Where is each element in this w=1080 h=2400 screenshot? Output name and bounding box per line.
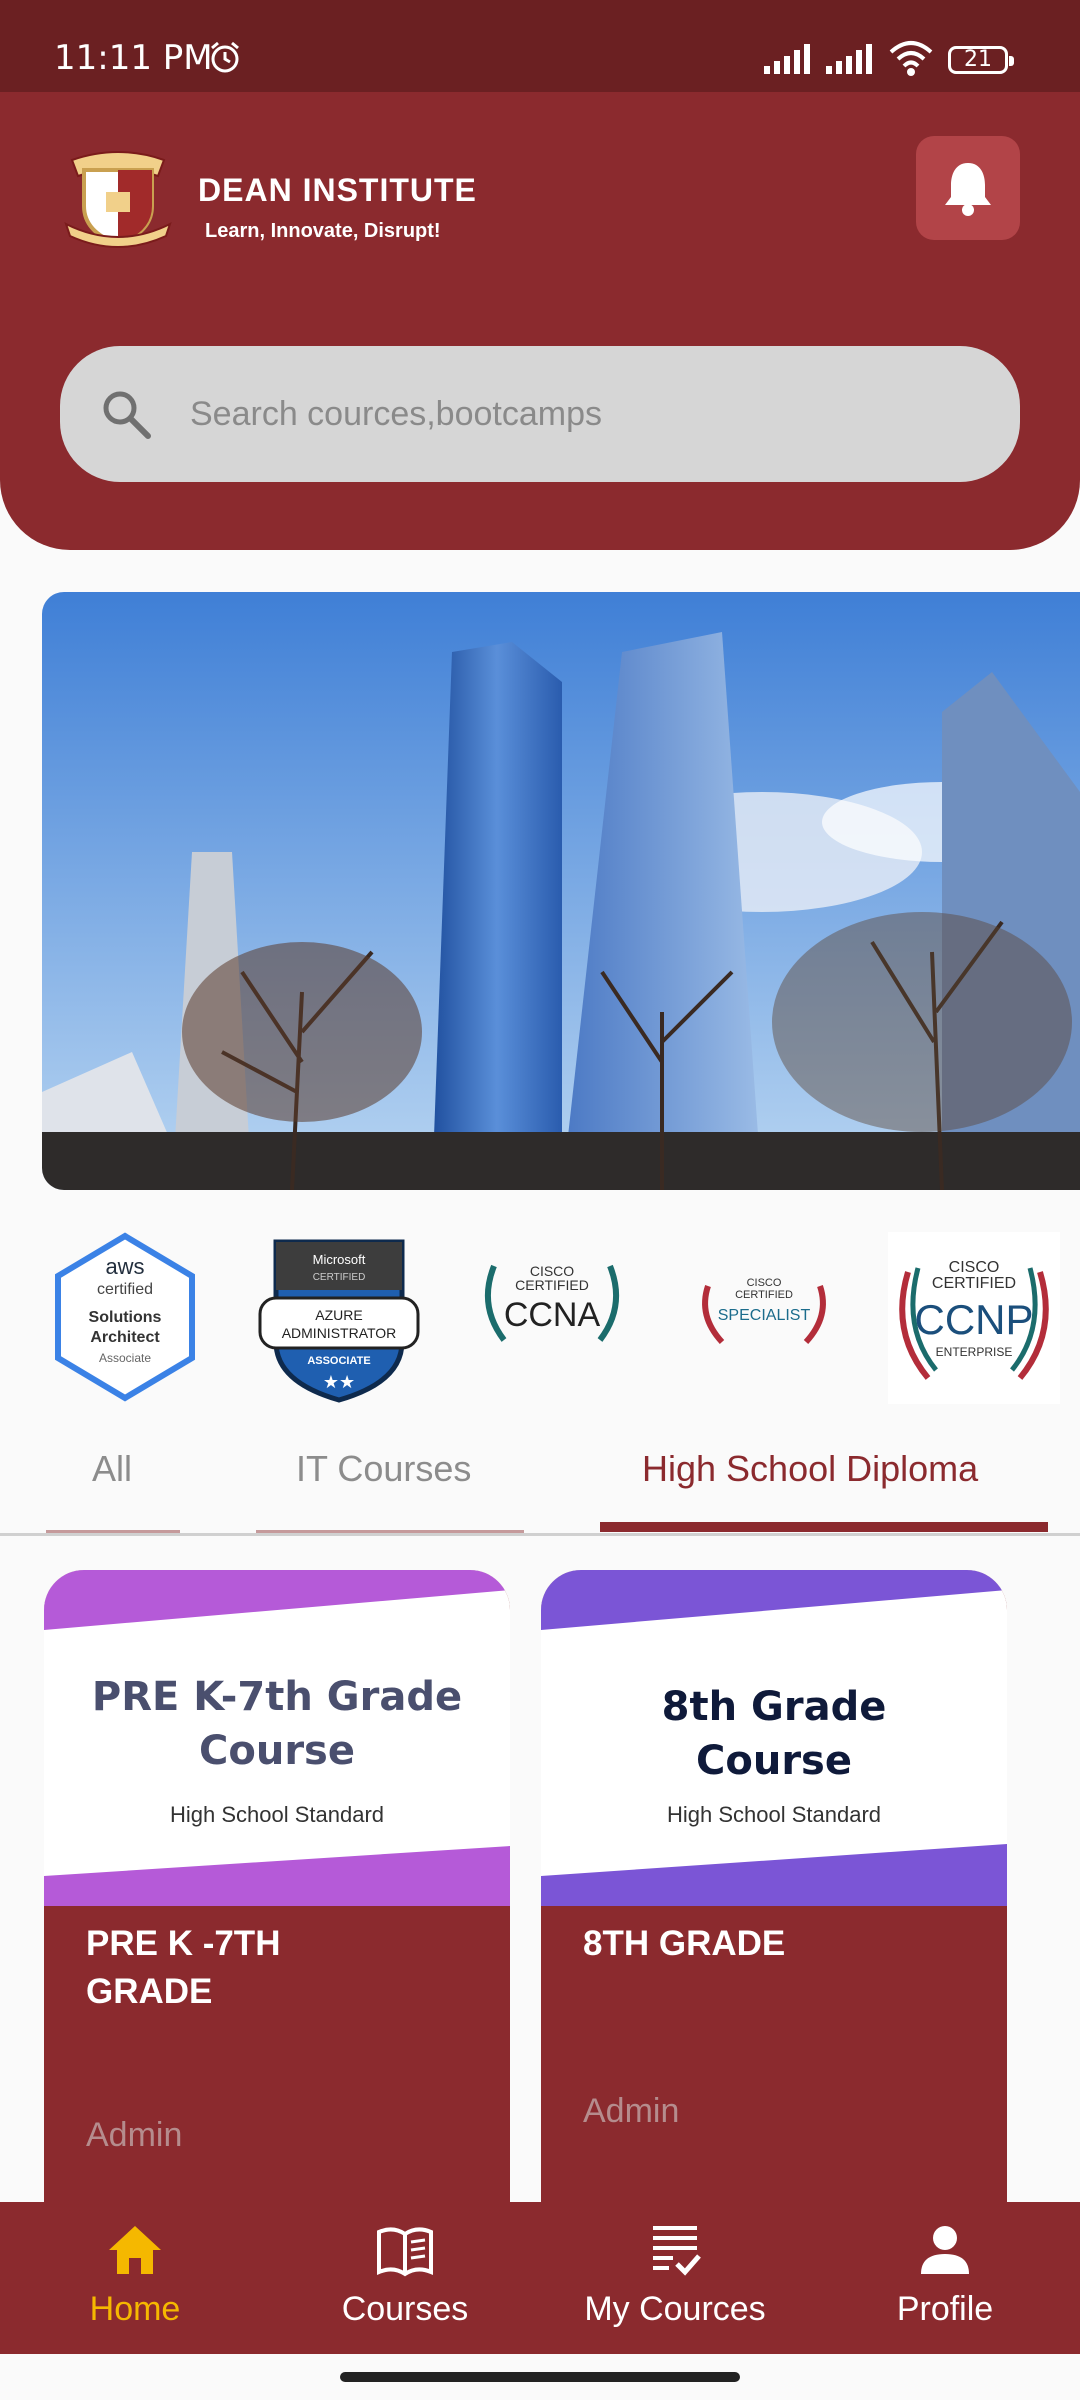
course-thumbnail: 8th Grade Course High School Standard — [541, 1570, 1007, 1906]
bottom-navigation: Home Courses My Cources Profile — [0, 2202, 1080, 2354]
certification-strip: aws certified Solutions Architect Associ… — [0, 1232, 1080, 1404]
cisco-specialist-badge[interactable]: CISCO CERTIFIED SPECIALIST — [692, 1232, 836, 1352]
aws-badge[interactable]: aws certified Solutions Architect Associ… — [50, 1232, 200, 1402]
ccnp-badge[interactable]: CISCO CERTIFIED CCNP ENTERPRISE — [888, 1232, 1060, 1404]
nav-profile[interactable]: Profile — [810, 2220, 1080, 2329]
course-title-line1: PRE K -7TH — [86, 1924, 281, 1963]
signal-icon — [764, 44, 810, 74]
search-input[interactable] — [190, 376, 970, 452]
aws-badge-line3: Solutions — [89, 1309, 162, 1326]
course-author: Admin — [86, 2116, 183, 2154]
book-icon — [377, 2227, 433, 2277]
course-title-line2: GRADE — [86, 1972, 213, 2011]
tab-all-underline — [46, 1530, 180, 1533]
course-card[interactable]: PRE K-7th Grade Course High School Stand… — [44, 1570, 510, 2210]
course-category-tabs: All IT Courses High School Diploma — [0, 1430, 1080, 1536]
course-title: PRE K -7TH GRADE — [86, 1920, 466, 2016]
azure-badge-line4: ADMINISTRATOR — [282, 1325, 397, 1341]
azure-badge[interactable]: Microsoft CERTIFIED AZURE ADMINISTRATOR … — [256, 1232, 422, 1404]
nav-profile-label: Profile — [896, 2290, 994, 2328]
aws-badge-line1: aws — [105, 1254, 144, 1279]
battery-indicator: 21 — [948, 46, 1014, 74]
thumb-subtitle: High School Standard — [169, 1802, 385, 1827]
course-title: 8TH GRADE — [583, 1920, 963, 1968]
ccnp-badge-line1: CISCO — [949, 1259, 1000, 1276]
aws-badge-line5: Associate — [99, 1351, 151, 1365]
nav-my-courses-label: My Cources — [584, 2290, 766, 2328]
bell-icon — [945, 163, 991, 216]
tab-it-courses[interactable]: IT Courses — [296, 1448, 471, 1490]
nav-courses-label: Courses — [341, 2290, 469, 2328]
search-icon — [103, 391, 151, 439]
search-bar[interactable] — [60, 346, 1020, 482]
aws-badge-line4: Architect — [90, 1329, 160, 1346]
alarm-icon — [211, 41, 239, 73]
specialist-badge-line2: CERTIFIED — [735, 1289, 793, 1301]
svg-text:★★: ★★ — [323, 1372, 355, 1393]
ccnp-badge-line2: CERTIFIED — [932, 1275, 1016, 1292]
tab-active-indicator — [600, 1522, 1048, 1532]
nav-home-label: Home — [89, 2290, 181, 2328]
nav-my-courses[interactable]: My Cources — [540, 2220, 810, 2329]
thumb-title-line1: PRE K-7th Grade — [91, 1674, 463, 1720]
specialist-badge-line3: SPECIALIST — [718, 1307, 811, 1324]
signal-icon-2 — [826, 44, 872, 74]
person-icon — [921, 2226, 969, 2274]
nav-courses[interactable]: Courses — [270, 2220, 540, 2329]
nav-home[interactable]: Home — [0, 2220, 270, 2329]
institute-logo — [64, 151, 172, 248]
promo-banner-image[interactable] — [42, 592, 1080, 1190]
course-title-line1: 8TH GRADE — [583, 1924, 786, 1963]
brand-title: DEAN INSTITUTE — [198, 172, 477, 208]
azure-badge-line2: CERTIFIED — [313, 1272, 366, 1283]
ccna-badge[interactable]: CISCO CERTIFIED CCNA — [474, 1232, 630, 1352]
course-card[interactable]: 8th Grade Course High School Standard 8T… — [541, 1570, 1007, 2210]
status-bar: 11:11 PM 21 — [0, 0, 1080, 92]
brand-subtitle: Learn, Innovate, Disrupt! — [205, 220, 441, 242]
specialist-badge-line1: CISCO — [747, 1277, 782, 1289]
thumb-title-line2: Course — [199, 1728, 355, 1774]
ccnp-badge-line4: ENTERPRISE — [936, 1345, 1013, 1359]
ccnp-badge-line3: CCNP — [914, 1296, 1033, 1343]
checklist-icon — [653, 2226, 701, 2276]
home-indicator[interactable] — [340, 2372, 740, 2382]
tab-it-courses-underline — [256, 1530, 524, 1533]
tab-all[interactable]: All — [92, 1448, 132, 1490]
home-icon — [109, 2226, 161, 2274]
azure-badge-line5: ASSOCIATE — [307, 1355, 370, 1367]
course-thumbnail: PRE K-7th Grade Course High School Stand… — [44, 1570, 510, 1906]
app-header: DEAN INSTITUTE Learn, Innovate, Disrupt! — [0, 92, 1080, 550]
thumb-title-line1: 8th Grade — [661, 1684, 887, 1730]
ccna-badge-line3: CCNA — [504, 1296, 601, 1334]
thumb-title-line2: Course — [696, 1738, 852, 1784]
city-skyline-image — [42, 592, 1080, 1190]
course-author: Admin — [583, 2092, 680, 2130]
aws-badge-line2: certified — [97, 1281, 153, 1298]
azure-badge-line1: Microsoft — [313, 1252, 366, 1267]
tab-high-school-diploma[interactable]: High School Diploma — [642, 1448, 978, 1490]
ccna-badge-line2: CERTIFIED — [515, 1277, 589, 1293]
wifi-icon — [889, 41, 933, 76]
status-time: 11:11 PM — [54, 38, 213, 78]
notifications-button[interactable] — [916, 136, 1020, 240]
azure-badge-line3: AZURE — [315, 1307, 362, 1323]
thumb-subtitle: High School Standard — [666, 1802, 882, 1827]
